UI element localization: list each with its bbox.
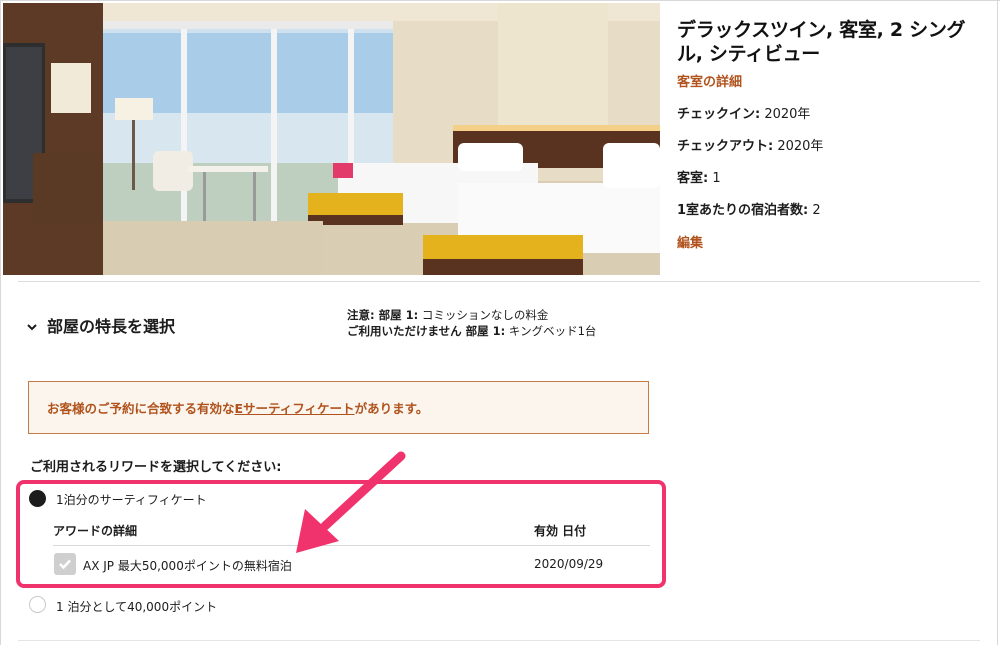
- room-title: デラックスツイン, 客室, 2 シングル, シティビュー: [677, 19, 966, 65]
- rooms-value: 1: [712, 171, 721, 186]
- features-toggle[interactable]: 部屋の特長を選択: [26, 313, 175, 337]
- certificate-radio[interactable]: [29, 490, 46, 507]
- award-checkbox[interactable]: [54, 553, 76, 575]
- award-name: AX JP 最大50,000ポイントの無料宿泊: [83, 559, 292, 573]
- note-1-value: コミッションなしの料金: [421, 308, 549, 322]
- frame-border-right: [997, 0, 998, 645]
- frame-border-top: [0, 0, 1000, 1]
- room-details-link[interactable]: 客室の詳細: [677, 71, 742, 90]
- reward-heading: ご利用されるリワードを選択してください:: [30, 460, 282, 475]
- check-icon: [59, 559, 71, 570]
- room-details-panel: デラックスツイン, 客室, 2 シングル, シティビュー 客室の詳細 チェックイ…: [677, 18, 987, 251]
- certificate-option-label[interactable]: 1泊分のサーティフィケート: [56, 491, 207, 508]
- note-line-1: 注意: 部屋 1: コミッションなしの料金: [347, 307, 596, 323]
- guests-label: 1室あたりの宿泊者数:: [677, 203, 809, 218]
- frame-border-left: [0, 0, 1, 645]
- note-line-2: ご利用いただけません 部屋 1: キングベッド1台: [347, 323, 596, 339]
- checkout-label: チェックアウト:: [677, 139, 774, 154]
- award-valid-date: 2020/09/29: [534, 557, 604, 571]
- guests-value: 2: [812, 203, 821, 218]
- chevron-down-icon: [26, 321, 42, 335]
- checkin-label: チェックイン:: [677, 107, 761, 122]
- bottom-divider: [18, 640, 980, 641]
- valid-date-header: 有効 日付: [534, 524, 587, 538]
- checkin-row: チェックイン: 2020年: [677, 103, 810, 122]
- checkin-value: 2020年: [764, 107, 811, 122]
- table-divider: [53, 545, 650, 546]
- notice-suffix: があります。: [354, 401, 429, 416]
- room-notes: 注意: 部屋 1: コミッションなしの料金 ご利用いただけません 部屋 1: キ…: [347, 307, 596, 339]
- certificate-link[interactable]: Eサーティフィケート: [235, 398, 355, 417]
- features-heading: 部屋の特長を選択: [47, 317, 176, 336]
- rooms-row: 客室: 1: [677, 167, 721, 186]
- note-1-label: 注意: 部屋 1:: [347, 308, 419, 322]
- section-divider: [18, 281, 980, 282]
- award-details-header: アワードの詳細: [53, 524, 138, 538]
- checkout-row: チェックアウト: 2020年: [677, 135, 823, 154]
- guests-row: 1室あたりの宿泊者数: 2: [677, 199, 821, 218]
- certificate-notice: お客様のご予約に合致する有効な Eサーティフィケート があります。: [28, 381, 649, 434]
- points-option-label[interactable]: 1 泊分として40,000ポイント: [56, 598, 217, 615]
- checkout-value: 2020年: [777, 139, 824, 154]
- edit-link[interactable]: 編集: [677, 232, 703, 251]
- room-photo: [3, 3, 660, 275]
- points-radio[interactable]: [29, 596, 46, 613]
- note-2-value: キングベッド1台: [508, 324, 597, 338]
- rooms-label: 客室:: [677, 171, 709, 186]
- note-2-label: ご利用いただけません 部屋 1:: [347, 324, 506, 338]
- notice-prefix: お客様のご予約に合致する有効な: [47, 401, 235, 416]
